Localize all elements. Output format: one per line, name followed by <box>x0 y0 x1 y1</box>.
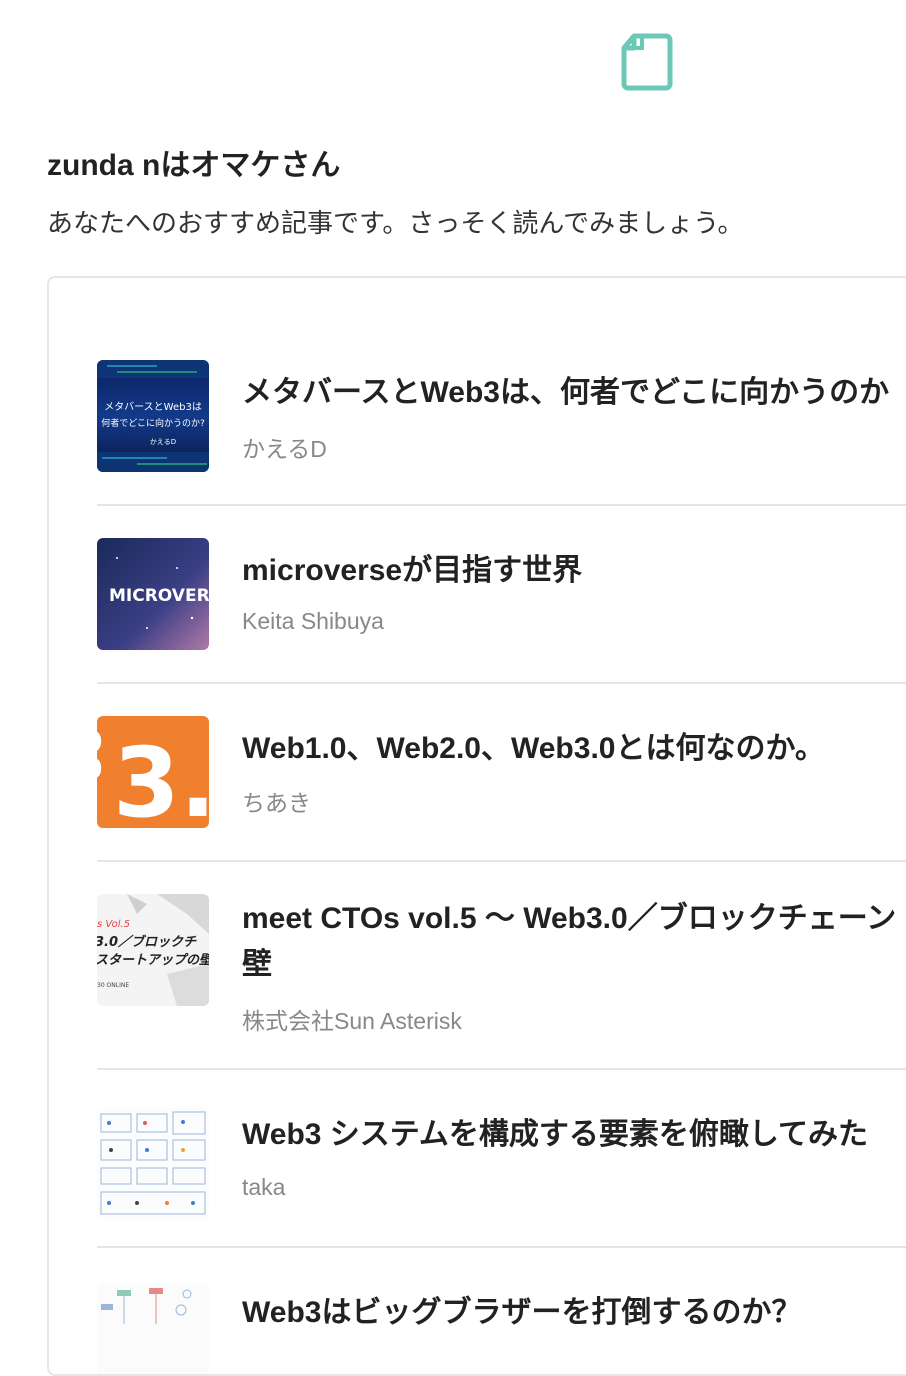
article-title[interactable]: 壁 <box>242 942 272 988</box>
article-item[interactable]: 3. 0 0 Web1.0、Web2.0、Web3.0とは何なのか。 ちあき <box>97 684 906 862</box>
page-title: zunda nはオマケさん <box>47 149 341 182</box>
thumb-text: MICROVER <box>109 586 209 606</box>
thumb-text: 3. <box>113 727 209 828</box>
article-thumbnail <box>97 1284 209 1374</box>
recommendation-card: メタバースとWeb3は 何者でどこに向かうのか? かえるD メタバースとWeb3… <box>47 276 906 1376</box>
thumb-text: 何者でどこに向かうのか? <box>101 417 205 429</box>
thumb-text: 3.0／ブロックチ <box>97 934 197 950</box>
article-title[interactable]: メタバースとWeb3は、何者でどこに向かうのか <box>242 370 889 416</box>
article-thumbnail: MICROVER <box>97 538 209 650</box>
thumb-text: 0 <box>97 752 102 785</box>
article-list: メタバースとWeb3は 何者でどこに向かうのか? かえるD メタバースとWeb3… <box>97 360 906 1374</box>
article-title[interactable]: microverseが目指す世界 <box>242 548 582 594</box>
article-thumbnail: s Vol.5 3.0／ブロックチ スタートアップの壁 30 ONLINE <box>97 894 209 1006</box>
article-author[interactable]: Keita Shibuya <box>242 608 384 635</box>
article-item[interactable]: MICROVER microverseが目指す世界 Keita Shibuya <box>97 506 906 684</box>
article-title[interactable]: Web1.0、Web2.0、Web3.0とは何なのか。 <box>242 726 825 772</box>
thumb-text: 30 ONLINE <box>97 982 129 989</box>
article-item[interactable]: s Vol.5 3.0／ブロックチ スタートアップの壁 30 ONLINE me… <box>97 862 906 1070</box>
article-thumbnail: 3. 0 0 <box>97 716 209 828</box>
article-item[interactable]: Web3 システムを構成する要素を俯瞰してみた taka <box>97 1070 906 1248</box>
thumb-text: s Vol.5 <box>97 919 130 930</box>
article-thumbnail: メタバースとWeb3は 何者でどこに向かうのか? かえるD <box>97 360 209 472</box>
article-author[interactable]: かえるD <box>242 430 327 464</box>
article-author[interactable]: taka <box>242 1174 285 1201</box>
article-item[interactable]: メタバースとWeb3は 何者でどこに向かうのか? かえるD メタバースとWeb3… <box>97 360 906 506</box>
article-item[interactable]: Web3はビッグブラザーを打倒するのか？ <box>97 1248 906 1374</box>
article-thumbnail <box>97 1108 209 1220</box>
thumb-text: スタートアップの壁 <box>97 952 209 968</box>
thumb-text: かえるD <box>150 438 176 446</box>
article-title[interactable]: Web3 システムを構成する要素を俯瞰してみた <box>242 1112 868 1158</box>
article-author[interactable]: ちあき <box>242 784 311 818</box>
thumb-text: メタバースとWeb3は <box>104 401 202 413</box>
note-logo-icon[interactable] <box>620 32 674 92</box>
article-title[interactable]: Web3はビッグブラザーを打倒するのか？ <box>242 1290 801 1336</box>
article-author[interactable]: 株式会社Sun Asterisk <box>242 1002 462 1036</box>
article-title[interactable]: meet CTOs vol.5 〜 Web3.0／ブロックチェーン <box>242 896 896 942</box>
page-subtitle: あなたへのおすすめ記事です。さっそく読んでみましょう。 <box>47 208 744 238</box>
